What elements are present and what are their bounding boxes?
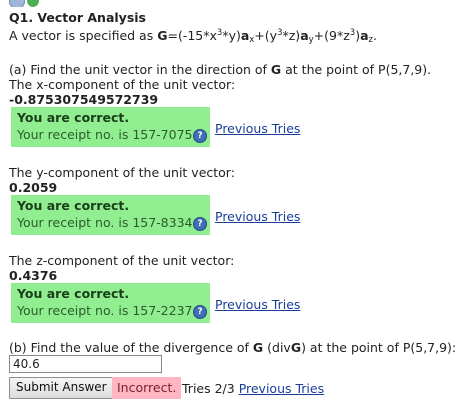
- y-component-value: 0.2059: [9, 180, 58, 195]
- y-component-label: The y-component of the unit vector:: [9, 165, 235, 180]
- vector-definition: A vector is specified as G=(-15*x3*y)ax+…: [9, 28, 377, 45]
- previous-tries-link-x[interactable]: Previous Tries: [215, 121, 300, 136]
- incorrect-badge: Incorrect.: [112, 377, 182, 399]
- tries-info: Tries 2/3 Previous Tries: [182, 381, 324, 396]
- correct-feedback-x: You are correct. Your receipt no. is 157…: [11, 107, 210, 147]
- correct-feedback-z: You are correct. Your receipt no. is 157…: [11, 283, 210, 323]
- previous-tries-link-z[interactable]: Previous Tries: [215, 297, 300, 312]
- x-component-value: -0.875307549572739: [9, 92, 159, 107]
- previous-tries-link-y[interactable]: Previous Tries: [215, 209, 300, 224]
- toolbar-icons: [9, 0, 39, 7]
- part-a-prompt: (a) Find the unit vector in the directio…: [9, 62, 432, 77]
- feedback-icon[interactable]: [9, 0, 25, 7]
- tries-count: Tries 2/3: [182, 381, 239, 396]
- part-b-prompt: (b) Find the value of the divergence of …: [9, 340, 457, 355]
- status-icon: [27, 0, 39, 7]
- help-icon[interactable]: ?: [193, 217, 207, 231]
- z-component-label: The z-component of the unit vector:: [9, 253, 235, 268]
- correct-feedback-y: You are correct. Your receipt no. is 157…: [11, 195, 210, 235]
- previous-tries-link-b[interactable]: Previous Tries: [239, 381, 324, 396]
- x-component-label: The x-component of the unit vector:: [9, 77, 236, 92]
- submit-answer-button[interactable]: Submit Answer: [9, 377, 114, 399]
- help-icon[interactable]: ?: [193, 129, 207, 143]
- question-title: Q1. Vector Analysis: [9, 10, 146, 25]
- help-icon[interactable]: ?: [193, 305, 207, 319]
- divergence-answer-input[interactable]: 40.6: [9, 355, 162, 373]
- assignment-page: { "title": "Q1. Vector Analysis", "intro…: [0, 0, 476, 411]
- z-component-value: 0.4376: [9, 268, 58, 283]
